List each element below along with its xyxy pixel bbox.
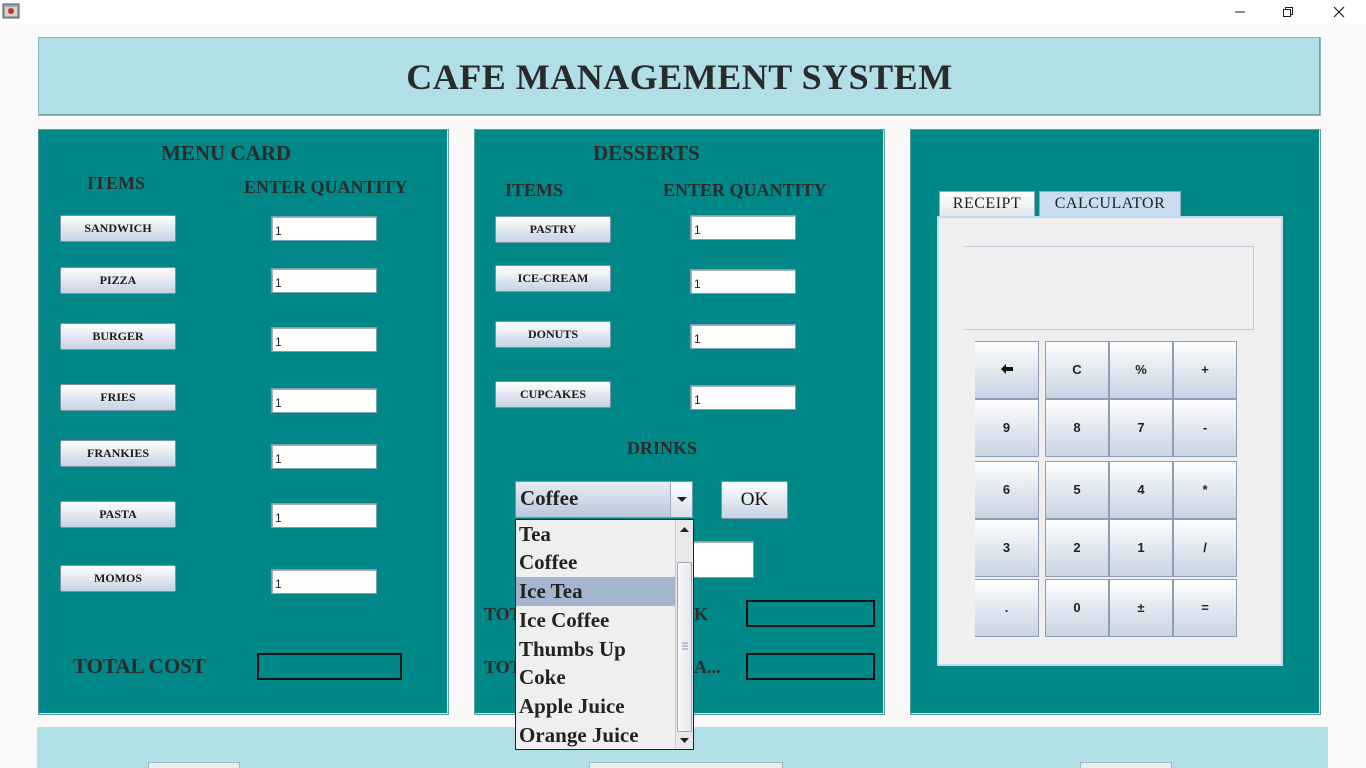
drink-option-coffee[interactable]: Coffee bbox=[516, 548, 676, 577]
menu-qty-header: ENTER QUANTITY bbox=[244, 177, 408, 197]
frankies-qty-input[interactable]: 1 bbox=[271, 444, 377, 469]
calc-key-3[interactable]: 3 bbox=[975, 519, 1039, 577]
calculator-display bbox=[963, 246, 1254, 330]
calc-key-8[interactable]: 8 bbox=[1045, 399, 1109, 457]
drinks-dropdown-list[interactable]: Tea Coffee Ice Tea Ice Coffee Thumbs Up … bbox=[515, 519, 694, 750]
calc-key-9[interactable]: 9 bbox=[975, 399, 1039, 457]
drink-qty-input[interactable] bbox=[690, 541, 754, 578]
calc-key-minus[interactable]: - bbox=[1173, 399, 1237, 457]
pizza-qty-input[interactable]: 1 bbox=[271, 268, 377, 293]
drinks-combobox[interactable]: Coffee bbox=[515, 481, 693, 518]
total-drink-field[interactable] bbox=[746, 600, 875, 627]
calc-key-divide[interactable]: / bbox=[1173, 519, 1237, 577]
total-dessert-field[interactable] bbox=[746, 653, 875, 680]
java-app-icon[interactable] bbox=[2, 2, 20, 20]
calc-key-6[interactable]: 6 bbox=[975, 461, 1039, 519]
tab-calculator[interactable]: CALCULATOR bbox=[1039, 191, 1181, 217]
cupcakes-qty-input[interactable]: 1 bbox=[690, 385, 796, 410]
total-cost-field[interactable] bbox=[257, 653, 402, 680]
page-title: CAFE MANAGEMENT SYSTEM bbox=[406, 57, 953, 97]
pastry-button[interactable]: PASTRY bbox=[495, 216, 611, 243]
donuts-qty-input[interactable]: 1 bbox=[690, 324, 796, 349]
calc-key-equals[interactable]: = bbox=[1173, 579, 1237, 637]
scroll-down-icon[interactable] bbox=[677, 732, 692, 748]
drink-option-ice-coffee[interactable]: Ice Coffee bbox=[516, 606, 676, 635]
dessert-qty-header: ENTER QUANTITY bbox=[663, 180, 827, 200]
calc-key-5[interactable]: 5 bbox=[1045, 461, 1109, 519]
scrollbar-thumb[interactable] bbox=[677, 562, 692, 732]
burger-button[interactable]: BURGER bbox=[60, 323, 176, 350]
drink-option-tea[interactable]: Tea bbox=[516, 520, 676, 549]
calc-key-backspace[interactable] bbox=[975, 341, 1039, 399]
ok-button[interactable]: OK bbox=[721, 481, 788, 519]
momos-button[interactable]: MOMOS bbox=[60, 565, 176, 592]
total-cost-label: TOTAL COST bbox=[73, 654, 206, 678]
minimize-icon[interactable] bbox=[1217, 0, 1263, 24]
calc-key-0[interactable]: 0 bbox=[1045, 579, 1109, 637]
pizza-button[interactable]: PIZZA bbox=[60, 267, 176, 294]
drink-option-orange-juice[interactable]: Orange Juice bbox=[516, 721, 676, 749]
menu-items-header: ITEMS bbox=[87, 173, 146, 193]
total-dessert-label-right: A... bbox=[694, 657, 721, 677]
burger-qty-input[interactable]: 1 bbox=[271, 327, 377, 352]
drinks-selected-value: Coffee bbox=[520, 486, 579, 510]
drink-option-apple-juice[interactable]: Apple Juice bbox=[516, 692, 676, 721]
fries-button[interactable]: FRIES bbox=[60, 384, 176, 411]
sandwich-button[interactable]: SANDWICH bbox=[60, 215, 176, 242]
sandwich-qty-input[interactable]: 1 bbox=[271, 216, 377, 241]
drink-option-ice-tea[interactable]: Ice Tea bbox=[516, 577, 676, 606]
drinks-title: DRINKS bbox=[627, 438, 698, 458]
drink-option-thumbs-up[interactable]: Thumbs Up bbox=[516, 635, 676, 664]
frankies-button[interactable]: FRANKIES bbox=[60, 440, 176, 467]
calc-key-percent[interactable]: % bbox=[1109, 341, 1173, 399]
cupcakes-button[interactable]: CUPCAKES bbox=[495, 381, 611, 408]
scroll-up-icon[interactable] bbox=[677, 522, 692, 538]
pastry-qty-input[interactable]: 1 bbox=[690, 215, 796, 240]
fries-qty-input[interactable]: 1 bbox=[271, 388, 377, 413]
window-titlebar bbox=[0, 0, 1366, 24]
bottom-button-2[interactable] bbox=[589, 762, 783, 768]
calc-key-1[interactable]: 1 bbox=[1109, 519, 1173, 577]
ice-cream-qty-input[interactable]: 1 bbox=[690, 269, 796, 294]
calc-key-decimal[interactable]: . bbox=[975, 579, 1039, 637]
close-icon[interactable] bbox=[1316, 0, 1362, 24]
app-header: CAFE MANAGEMENT SYSTEM bbox=[38, 37, 1321, 116]
momos-qty-input[interactable]: 1 bbox=[271, 569, 377, 594]
drink-option-coke[interactable]: Coke bbox=[516, 663, 676, 692]
dessert-items-header: ITEMS bbox=[505, 180, 564, 200]
maximize-icon[interactable] bbox=[1265, 0, 1311, 24]
pasta-button[interactable]: PASTA bbox=[60, 501, 176, 528]
dropdown-scrollbar[interactable] bbox=[675, 520, 693, 749]
calc-key-clear[interactable]: C bbox=[1045, 341, 1109, 399]
ice-cream-button[interactable]: ICE-CREAM bbox=[495, 265, 611, 292]
calc-key-4[interactable]: 4 bbox=[1109, 461, 1173, 519]
calc-key-plus-minus[interactable]: ± bbox=[1109, 579, 1173, 637]
calc-key-multiply[interactable]: * bbox=[1173, 461, 1237, 519]
chevron-down-icon[interactable] bbox=[670, 482, 692, 517]
calc-key-plus[interactable]: + bbox=[1173, 341, 1237, 399]
tab-receipt[interactable]: RECEIPT bbox=[939, 191, 1035, 217]
pasta-qty-input[interactable]: 1 bbox=[271, 503, 377, 528]
bottom-button-1[interactable] bbox=[148, 762, 240, 768]
calc-key-7[interactable]: 7 bbox=[1109, 399, 1173, 457]
desserts-title: DESSERTS bbox=[593, 141, 700, 165]
calc-key-2[interactable]: 2 bbox=[1045, 519, 1109, 577]
total-drink-label-right: K bbox=[694, 604, 709, 624]
menu-card-title: MENU CARD bbox=[161, 141, 292, 165]
backspace-arrow-icon bbox=[1000, 343, 1014, 399]
bottom-button-3[interactable] bbox=[1080, 762, 1172, 768]
donuts-button[interactable]: DONUTS bbox=[495, 321, 611, 348]
